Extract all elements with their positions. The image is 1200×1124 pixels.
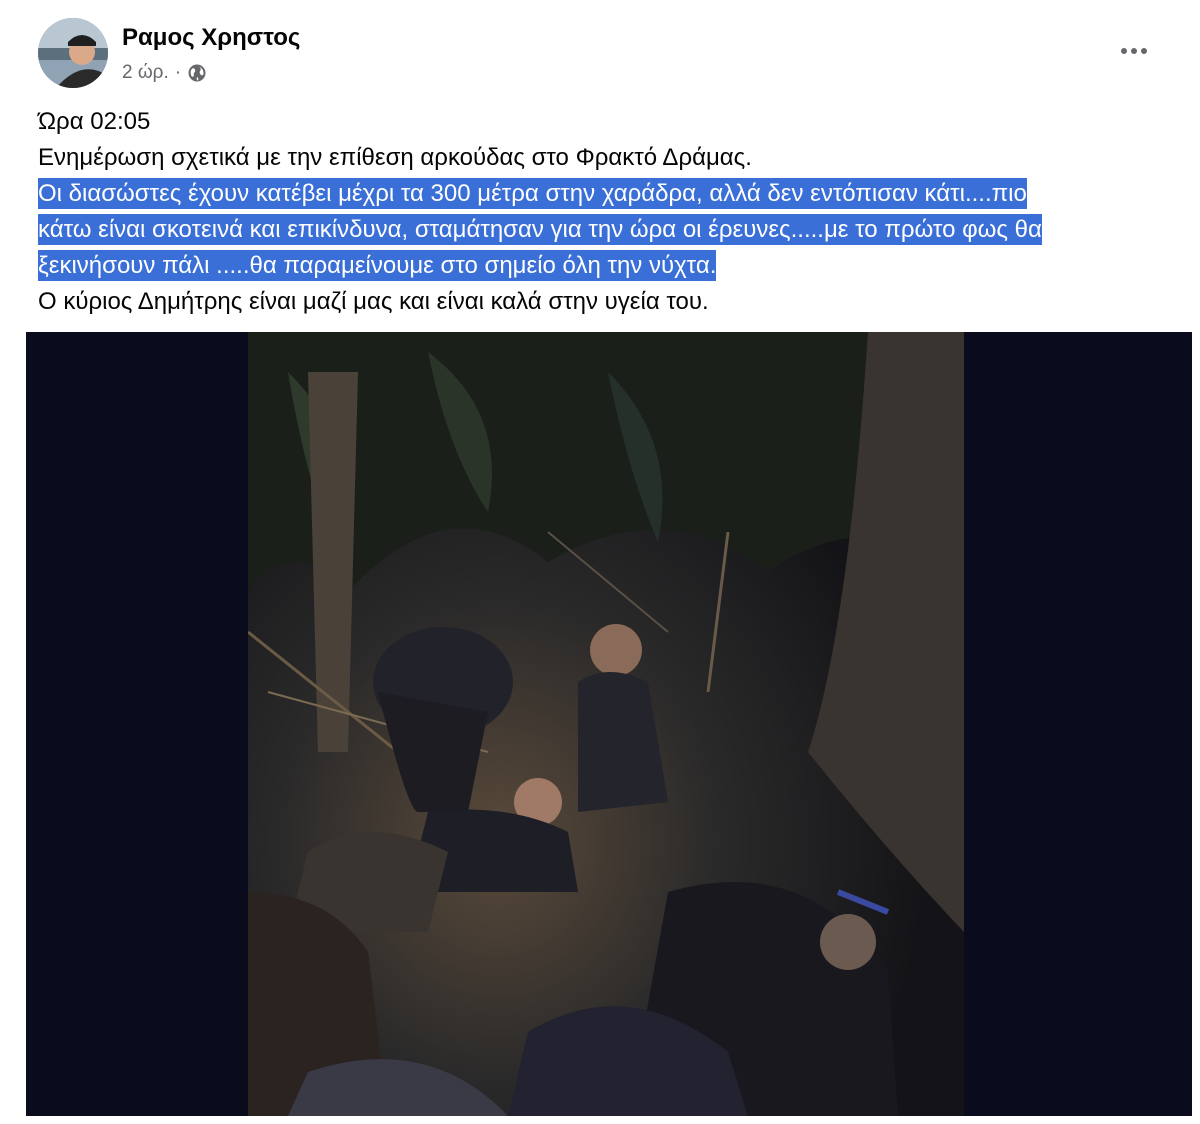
post-text-line: Ενημέρωση σχετικά με την επίθεση αρκούδα… <box>38 144 752 171</box>
globe-icon[interactable] <box>187 63 207 83</box>
post-text-line: Ώρα 02:05 <box>38 108 151 135</box>
post-header: Ραμος Χρηστος 2 ώρ. · <box>38 18 1168 92</box>
post-text-highlighted: Οι διασώστες έχουν κατέβει μέχρι τα 300 … <box>38 176 1178 212</box>
author-avatar[interactable] <box>38 18 108 88</box>
post-time[interactable]: 2 ώρ. <box>122 62 169 84</box>
more-dot <box>1141 48 1147 54</box>
selected-text: ξεκινήσουν πάλι .....θα παραμείνουμε στο… <box>38 250 717 281</box>
selected-text: Οι διασώστες έχουν κατέβει μέχρι τα 300 … <box>38 178 1027 209</box>
post-text-highlighted: ξεκινήσουν πάλι .....θα παραμείνουμε στο… <box>38 248 1178 284</box>
facebook-post: Ραμος Χρηστος 2 ώρ. · Ώρα 02:05 Ενημέρωσ… <box>0 0 1200 1124</box>
more-dot <box>1131 48 1137 54</box>
post-video[interactable] <box>26 332 1192 1116</box>
meta-separator: · <box>174 62 182 83</box>
more-dot <box>1121 48 1127 54</box>
post-text-highlighted: κάτω είναι σκοτεινά και επικίνδυνα, σταμ… <box>38 212 1178 248</box>
video-frame <box>248 332 964 1116</box>
more-options-icon[interactable] <box>1114 38 1154 64</box>
avatar-photo <box>38 18 108 88</box>
post-meta: 2 ώρ. · <box>122 62 207 84</box>
selected-text: κάτω είναι σκοτεινά και επικίνδυνα, σταμ… <box>38 214 1042 245</box>
post-text-line: Ο κύριος Δημήτρης είναι μαζί μας και είν… <box>38 288 709 315</box>
post-body: Ώρα 02:05 Ενημέρωση σχετικά με την επίθε… <box>38 104 1178 320</box>
author-name[interactable]: Ραμος Χρηστος <box>122 24 300 52</box>
